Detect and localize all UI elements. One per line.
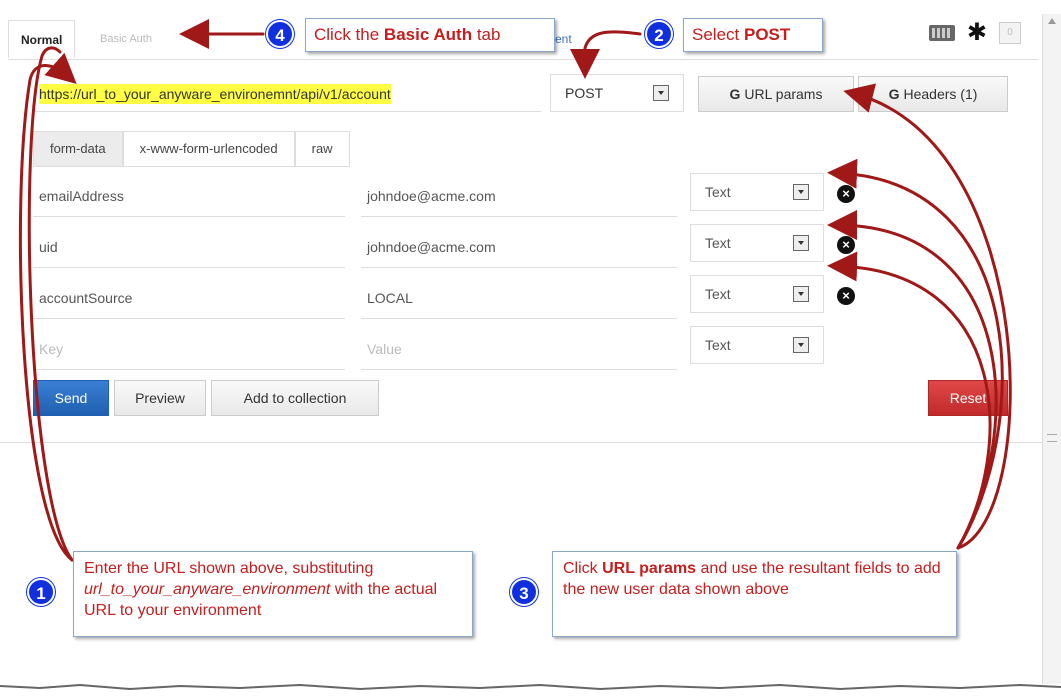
key-input[interactable]: emailAddress — [33, 177, 345, 217]
url-params-button[interactable]: G URL params — [698, 76, 854, 112]
remove-row-icon[interactable]: × — [837, 185, 855, 203]
key-input[interactable]: Key — [33, 330, 345, 370]
notification-counter[interactable]: 0 — [999, 22, 1021, 44]
type-value: Text — [705, 184, 731, 200]
callout-step1: Enter the URL shown above, substituting … — [73, 551, 473, 637]
headers-button[interactable]: G Headers (1) — [858, 76, 1008, 112]
callout-text: Enter the URL shown above, substituting — [84, 560, 374, 577]
callout-bold: Basic Auth — [383, 25, 473, 44]
settings-asterisk-icon[interactable]: ✱ — [967, 21, 987, 45]
preview-button[interactable]: Preview — [114, 380, 206, 416]
scrollbar[interactable] — [1042, 14, 1061, 684]
type-select[interactable]: Text — [690, 173, 824, 211]
type-value: Text — [705, 337, 731, 353]
callout-text: Click — [563, 560, 603, 577]
chevron-down-icon[interactable] — [793, 286, 809, 302]
body-type-tabs: form-data x-www-form-urlencoded raw — [33, 131, 350, 167]
form-row: emailAddress johndoe@acme.com Text × — [33, 173, 893, 217]
value-input[interactable]: johndoe@acme.com — [361, 177, 677, 217]
step-badge-4: 4 — [266, 20, 294, 48]
type-value: Text — [705, 235, 731, 251]
callout-italic: url_to_your_anyware_environment — [84, 581, 331, 598]
chevron-down-icon[interactable] — [793, 235, 809, 251]
keyboard-icon[interactable] — [928, 25, 955, 41]
form-row: uid johndoe@acme.com Text × — [33, 224, 893, 268]
scroll-grip-icon[interactable] — [1047, 434, 1057, 442]
remove-row-icon[interactable]: × — [837, 287, 855, 305]
arrow-step3-params — [843, 83, 1012, 550]
form-row-empty: Key Value Text — [33, 326, 893, 370]
callout-text: Click the — [314, 25, 384, 44]
tab-basic-auth[interactable]: Basic Auth — [88, 20, 164, 58]
type-value: Text — [705, 286, 731, 302]
form-row: accountSource LOCAL Text × — [33, 275, 893, 319]
headers-label: Headers (1) — [903, 86, 978, 102]
tab-form-data[interactable]: form-data — [33, 131, 123, 167]
type-select[interactable]: Text — [690, 275, 824, 313]
value-input[interactable]: johndoe@acme.com — [361, 228, 677, 268]
chevron-down-icon[interactable] — [653, 85, 669, 101]
type-select[interactable]: Text — [690, 224, 824, 262]
edit-icon: G — [888, 86, 900, 102]
method-select[interactable]: POST — [550, 74, 684, 112]
step-badge-1: 1 — [27, 578, 55, 606]
tab-normal[interactable]: Normal — [8, 20, 76, 58]
key-input[interactable]: accountSource — [33, 279, 345, 319]
remove-row-icon[interactable]: × — [837, 236, 855, 254]
value-input[interactable]: LOCAL — [361, 279, 677, 319]
torn-edge — [0, 684, 1061, 696]
tab-raw[interactable]: raw — [294, 131, 350, 167]
url-input[interactable]: https://url_to_your_anyware_environemnt/… — [33, 76, 541, 112]
postman-window: Normal Basic Auth ent ✱ 0 https://url_to… — [0, 0, 1061, 696]
scroll-up-icon[interactable] — [1048, 18, 1056, 24]
callout-step2: Select POST — [683, 18, 823, 52]
send-button[interactable]: Send — [33, 380, 109, 416]
callout-text: Select — [692, 25, 744, 44]
section-divider — [0, 442, 1042, 443]
chevron-down-icon[interactable] — [793, 184, 809, 200]
tab-x-www-form-urlencoded[interactable]: x-www-form-urlencoded — [122, 131, 295, 167]
chevron-down-icon[interactable] — [793, 337, 809, 353]
callout-step4: Click the Basic Auth tab — [305, 18, 555, 52]
callout-bold: POST — [743, 25, 791, 44]
edit-icon: G — [729, 86, 741, 102]
url-text: https://url_to_your_anyware_environemnt/… — [39, 84, 391, 104]
callout-text: tab — [472, 25, 501, 44]
callout-bold: URL params — [602, 560, 697, 577]
add-to-collection-button[interactable]: Add to collection — [211, 380, 379, 416]
step-badge-3: 3 — [510, 578, 538, 606]
key-input[interactable]: uid — [33, 228, 345, 268]
method-value: POST — [565, 85, 604, 101]
type-select[interactable]: Text — [690, 326, 824, 364]
url-params-label: URL params — [744, 86, 823, 102]
callout-step3: Click URL params and use the resultant f… — [552, 551, 957, 637]
value-input[interactable]: Value — [361, 330, 677, 370]
reset-button[interactable]: Reset — [928, 380, 1008, 416]
toolbar-icons: ✱ 0 — [928, 21, 1021, 45]
step-badge-2: 2 — [645, 20, 673, 48]
